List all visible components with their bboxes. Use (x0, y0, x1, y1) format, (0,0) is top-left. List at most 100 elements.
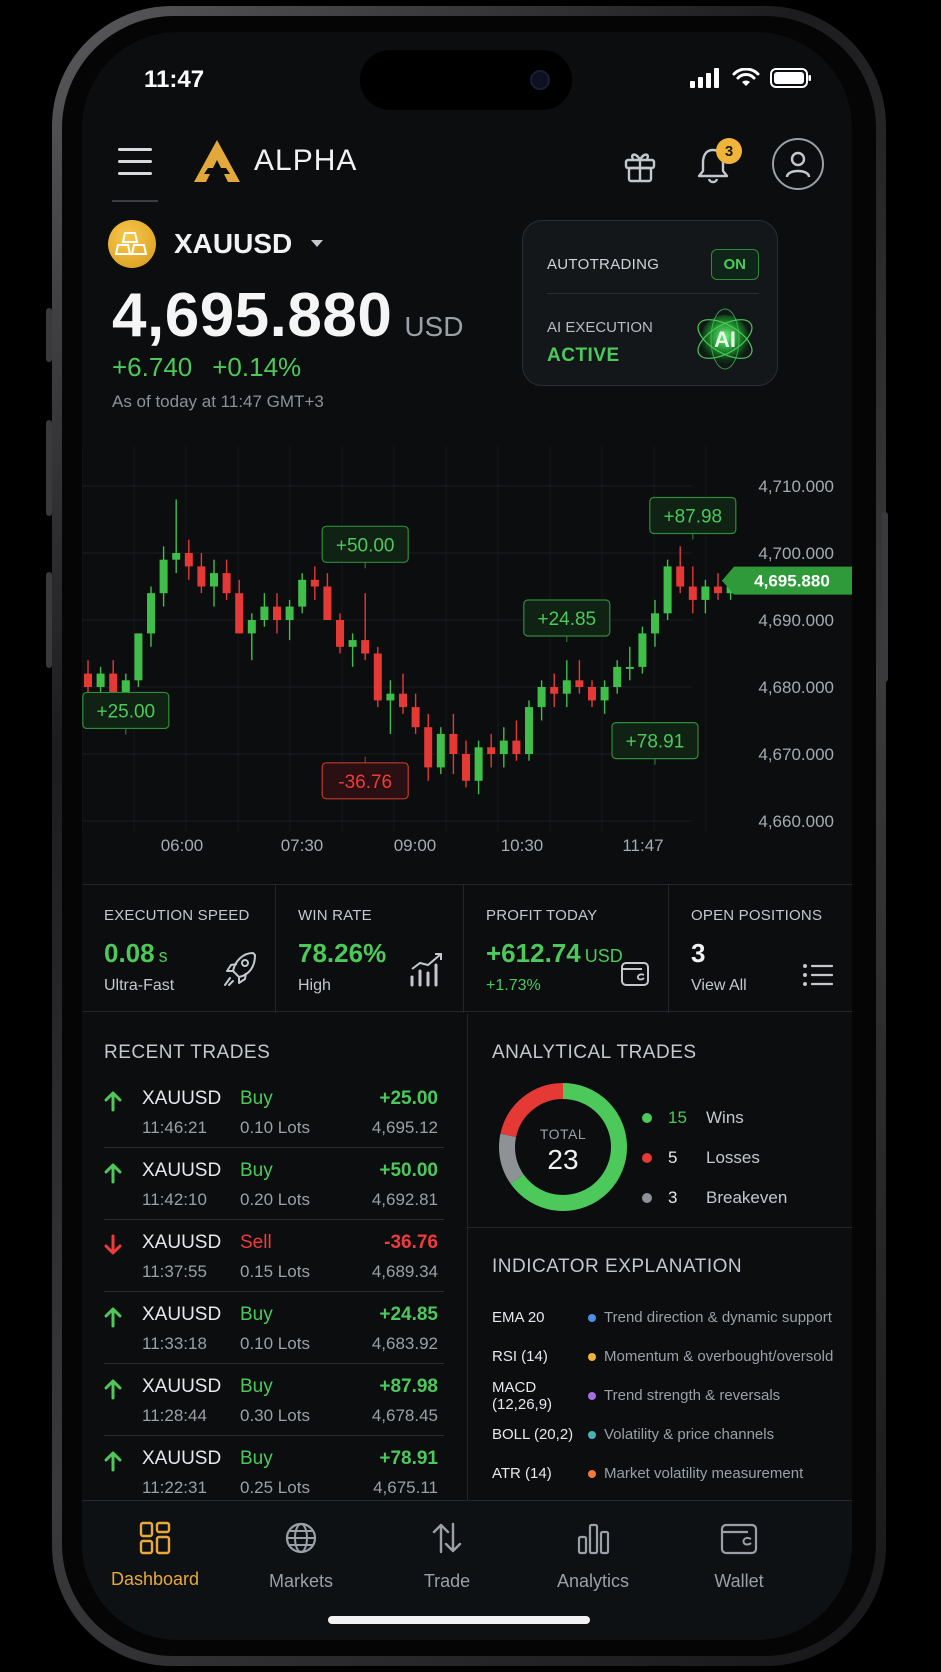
candle-body (260, 606, 269, 620)
donut-total-value: 23 (547, 1144, 579, 1175)
menu-icon[interactable] (118, 148, 152, 178)
trade-row[interactable]: XAUUSD 11:28:44 Buy 0.30 Lots +87.98 4,678.45 (104, 1364, 444, 1436)
wins-dot (642, 1113, 652, 1123)
globe-icon (285, 1522, 317, 1554)
analytics-bars-icon (577, 1523, 610, 1555)
candle-body (84, 673, 92, 687)
autotrading-toggle[interactable]: ON (710, 248, 759, 280)
trade-lots: 0.10 Lots (240, 1118, 310, 1137)
trade-row[interactable]: XAUUSD 11:42:10 Buy 0.20 Lots +50.00 4,692.81 (104, 1148, 444, 1220)
candle-body (96, 673, 105, 687)
candle-body (247, 620, 256, 634)
stat-open-positions[interactable]: OPEN POSITIONS 3 View All (669, 885, 852, 1013)
nav-dashboard[interactable]: Dashboard (82, 1501, 228, 1621)
trade-row[interactable]: XAUUSD 11:22:31 Buy 0.25 Lots +78.91 4,675.11 (104, 1436, 444, 1508)
arrow-down-icon (104, 1234, 122, 1255)
trade-row[interactable]: XAUUSD 11:37:55 Sell 0.15 Lots -36.76 4,689.3… (104, 1220, 444, 1292)
as-of-timestamp: As of today at 11:47 GMT+3 (112, 392, 324, 411)
indicator-row: MACD (12,26,9) Trend strength & reversals (492, 1376, 842, 1415)
x-tick-label: 11:47 (622, 836, 663, 855)
candle-body (273, 606, 281, 620)
trade-pnl: +50.00 (379, 1160, 438, 1181)
candle-body (462, 754, 470, 781)
chevron-down-icon (311, 240, 324, 247)
trade-pnl: -36.76 (384, 1232, 438, 1253)
indicator-list: EMA 20 Trend direction & dynamic support R… (492, 1298, 842, 1493)
notification-bell[interactable]: 3 (694, 138, 742, 191)
trade-row[interactable]: XAUUSD 11:33:18 Buy 0.10 Lots +24.85 4,683.92 (104, 1292, 444, 1364)
trade-time: 11:46:21 (142, 1118, 207, 1137)
indicator-name: BOLL (20,2) (492, 1426, 574, 1443)
trade-annotation-label: +24.85 (537, 609, 596, 630)
candle-body (348, 640, 357, 647)
indicator-description: Volatility & price channels (604, 1426, 775, 1443)
nav-markets[interactable]: Markets (228, 1501, 374, 1621)
indicator-color-dot (588, 1352, 596, 1361)
trade-side: Buy (240, 1448, 273, 1469)
candlestick-chart[interactable]: 4,710.000 4,700.000 4,690.000 4,680.000 4,67… (82, 436, 852, 856)
y-tick-label: 4,700.000 (758, 544, 834, 563)
front-camera (530, 70, 550, 90)
candle-body (134, 633, 143, 681)
nav-dashboard-label: Dashboard (110, 1569, 200, 1589)
indicator-color-dot (588, 1313, 596, 1322)
candle-body (688, 586, 697, 600)
candle-body (537, 687, 546, 708)
losses-dot (642, 1153, 652, 1163)
trade-time: 11:22:31 (142, 1478, 207, 1497)
trade-symbol: XAUUSD (142, 1304, 222, 1325)
wifi-icon (732, 68, 760, 86)
trade-symbol: XAUUSD (142, 1448, 222, 1469)
execution-speed-value: 0.08 (104, 938, 155, 968)
user-icon (785, 151, 811, 178)
header-divider (112, 200, 158, 202)
trade-lots: 0.15 Lots (240, 1262, 310, 1281)
status-time: 11:47 (144, 66, 205, 93)
status-icons (690, 68, 812, 88)
current-price-label: 4,695.880 (754, 572, 830, 591)
battery-icon (770, 68, 811, 88)
candle-body (651, 613, 659, 634)
candle-body (663, 566, 672, 614)
trade-lots: 0.30 Lots (240, 1406, 310, 1425)
candle-body (172, 553, 181, 560)
profile-button[interactable] (772, 138, 824, 190)
symbol-selector[interactable]: XAUUSD (108, 220, 324, 268)
nav-analytics[interactable]: Analytics (520, 1501, 666, 1621)
trade-annotation-label: +78.91 (626, 732, 685, 753)
y-tick-label: 4,670.000 (758, 745, 834, 764)
losses-count: 5 (668, 1148, 678, 1167)
candle-body (676, 566, 685, 587)
profit-today-unit: USD (584, 946, 623, 966)
stat-win-rate: WIN RATE 78.26% High (276, 885, 464, 1013)
breakeven-label: Breakeven (706, 1188, 788, 1207)
trade-row[interactable]: XAUUSD 11:46:21 Buy 0.10 Lots +25.00 4,695.12 (104, 1076, 444, 1148)
card-divider (547, 293, 759, 294)
x-tick-label: 09:00 (394, 836, 437, 855)
indicator-color-dot (588, 1430, 596, 1439)
nav-trade[interactable]: Trade (374, 1501, 520, 1621)
profit-today-value: +612.74 (486, 938, 581, 968)
notification-badge: 3 (716, 138, 742, 164)
candle-body (235, 593, 244, 634)
list-icon (803, 964, 834, 986)
x-tick-label: 06:00 (161, 836, 204, 855)
candle-body (310, 579, 319, 587)
nav-analytics-label: Analytics (556, 1571, 630, 1591)
y-tick-label: 4,710.000 (758, 477, 834, 496)
nav-wallet[interactable]: Wallet (666, 1501, 812, 1621)
ai-badge-text: AI (714, 327, 736, 352)
indicator-row: RSI (14) Momentum & overbought/oversold (492, 1337, 842, 1376)
candle-body (210, 573, 218, 587)
price-chart[interactable]: 4,710.000 4,700.000 4,690.000 4,680.000 4,67… (82, 436, 852, 856)
execution-speed-unit: s (158, 946, 168, 966)
screen: 11:47 ALPHA 3 XAUUSD 4,695.880 USD +6.74… (82, 32, 852, 1640)
power-button (882, 512, 888, 682)
indicator-explanation-panel: INDICATOR EXPLANATION EMA 20 Trend direct… (468, 1228, 852, 1500)
candle-body (184, 553, 193, 567)
gift-icon[interactable] (622, 148, 658, 189)
stats-row: EXECUTION SPEED 0.08 s Ultra-Fast WIN RAT… (82, 884, 852, 1013)
candle-body (373, 653, 382, 701)
wallet-icon (621, 962, 649, 986)
candle-body (575, 680, 584, 687)
